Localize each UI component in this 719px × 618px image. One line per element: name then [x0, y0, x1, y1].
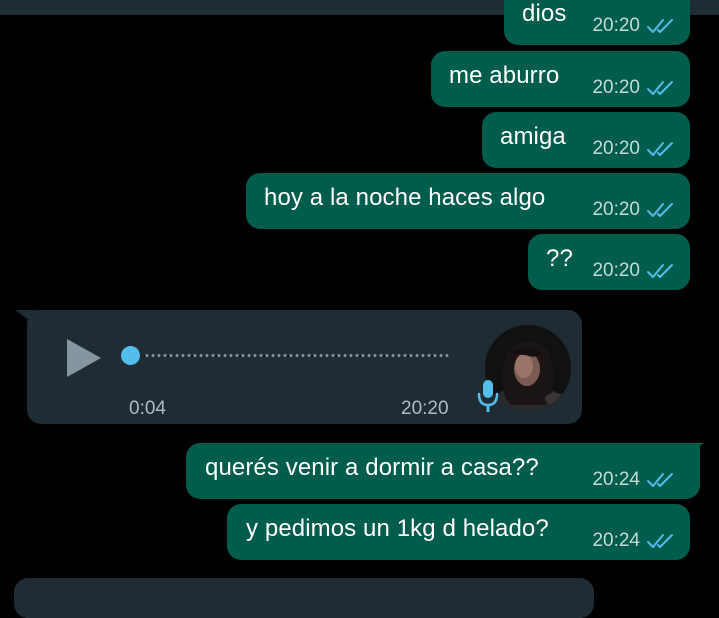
outgoing-message[interactable]: me aburro 20:20: [431, 51, 690, 107]
outgoing-message[interactable]: ?? 20:20: [528, 234, 690, 290]
read-ticks-icon: [646, 532, 676, 550]
message-time: 20:20: [592, 260, 640, 281]
message-meta: 20:24: [592, 530, 676, 552]
message-meta: 20:20: [592, 260, 676, 282]
message-text: dios: [522, 0, 567, 27]
message-text: me aburro: [449, 62, 560, 89]
message-time: 20:24: [592, 530, 640, 551]
chat-area[interactable]: dios 20:20 me aburro 20:20 amiga 20:20 h…: [0, 0, 719, 618]
message-meta: 20:20: [592, 199, 676, 221]
play-icon[interactable]: [64, 336, 104, 380]
message-meta: 20:24: [592, 469, 676, 491]
mic-icon: [477, 378, 499, 414]
message-meta: 20:20: [592, 15, 676, 37]
outgoing-message[interactable]: amiga 20:20: [482, 112, 690, 168]
message-time: 20:20: [592, 199, 640, 220]
voice-waveform[interactable]: [144, 354, 450, 357]
outgoing-message[interactable]: y pedimos un 1kg d helado? 20:24: [227, 504, 690, 560]
message-time: 20:20: [592, 15, 640, 36]
message-time: 20:24: [592, 469, 640, 490]
outgoing-message[interactable]: querés venir a dormir a casa?? 20:24: [186, 443, 700, 499]
incoming-voice-message[interactable]: 0:04 20:20: [27, 310, 582, 424]
voice-duration: 0:04: [129, 398, 166, 419]
outgoing-message[interactable]: hoy a la noche haces algo 20:20: [246, 173, 690, 229]
incoming-message[interactable]: [14, 578, 594, 618]
read-ticks-icon: [646, 471, 676, 489]
read-ticks-icon: [646, 262, 676, 280]
message-meta: 20:20: [592, 77, 676, 99]
playback-scrubber-handle[interactable]: [121, 346, 140, 365]
message-time: 20:20: [592, 77, 640, 98]
read-ticks-icon: [646, 17, 676, 35]
message-time: 20:20: [401, 398, 449, 419]
outgoing-message[interactable]: dios 20:20: [504, 0, 690, 45]
message-text: querés venir a dormir a casa??: [205, 454, 539, 481]
message-text: hoy a la noche haces algo: [264, 184, 546, 211]
message-text: ??: [546, 245, 573, 272]
message-time: 20:20: [592, 138, 640, 159]
message-text: amiga: [500, 123, 566, 150]
read-ticks-icon: [646, 140, 676, 158]
read-ticks-icon: [646, 79, 676, 97]
message-meta: 20:20: [592, 138, 676, 160]
message-text: y pedimos un 1kg d helado?: [246, 515, 549, 542]
read-ticks-icon: [646, 201, 676, 219]
